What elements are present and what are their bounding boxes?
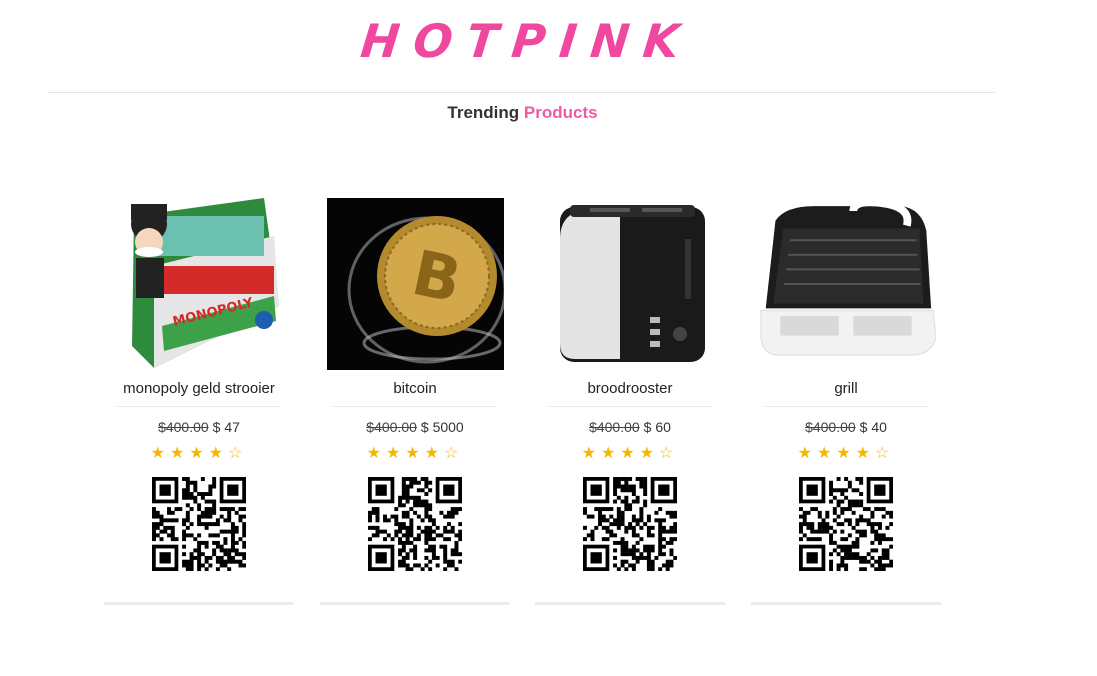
bitcoin-coin-image[interactable]: B (325, 196, 505, 371)
qr-code-icon (152, 477, 246, 571)
star-filled-icon: ★ (797, 445, 817, 462)
star-rating: ★★★★☆ (104, 443, 294, 463)
product-name[interactable]: monopoly geld strooier (104, 380, 294, 402)
star-filled-icon: ★ (836, 445, 856, 462)
product-price: $400.00 $ 60 (535, 419, 725, 435)
product-card[interactable]: MONOPOLY monopoly geld strooier $400.00 $… (104, 196, 294, 605)
product-separator (764, 406, 928, 407)
current-price: $ 47 (212, 419, 240, 435)
product-card[interactable]: grill $400.00 $ 40 ★★★★☆ (751, 196, 941, 605)
star-filled-icon: ★ (208, 445, 229, 462)
header-divider (48, 92, 995, 93)
logo-text: HOTPINK (357, 14, 696, 68)
star-filled-icon: ★ (600, 445, 621, 462)
product-name[interactable]: grill (751, 380, 941, 402)
product-grid: MONOPOLY monopoly geld strooier $400.00 $… (104, 196, 944, 606)
star-filled-icon: ★ (581, 445, 601, 462)
star-filled-icon: ★ (816, 445, 837, 462)
current-price: $ 60 (643, 419, 671, 435)
star-rating: ★★★★☆ (535, 443, 725, 463)
product-price: $400.00 $ 5000 (320, 419, 510, 435)
star-filled-icon: ★ (405, 445, 425, 462)
star-rating: ★★★★☆ (751, 443, 941, 463)
star-filled-icon: ★ (424, 445, 445, 462)
product-separator (548, 406, 712, 407)
section-title-accent: Products (523, 103, 598, 122)
star-filled-icon: ★ (639, 445, 660, 462)
old-price: $400.00 (158, 419, 209, 435)
sandwich-grill-image[interactable] (756, 196, 936, 371)
old-price: $400.00 (366, 419, 417, 435)
product-price: $400.00 $ 40 (751, 419, 941, 435)
monopoly-game-box-image[interactable]: MONOPOLY (109, 196, 289, 371)
qr-code-icon (583, 477, 677, 571)
product-price: $400.00 $ 47 (104, 419, 294, 435)
star-filled-icon: ★ (385, 445, 406, 462)
star-filled-icon: ★ (189, 445, 209, 462)
old-price: $400.00 (805, 419, 856, 435)
star-empty-icon: ☆ (228, 445, 248, 462)
product-name[interactable]: broodrooster (535, 380, 725, 402)
star-empty-icon: ☆ (875, 445, 895, 462)
qr-code-icon (799, 477, 893, 571)
old-price: $400.00 (589, 419, 640, 435)
star-rating: ★★★★☆ (320, 443, 510, 463)
star-filled-icon: ★ (169, 445, 190, 462)
star-empty-icon: ☆ (444, 445, 464, 462)
current-price: $ 5000 (420, 419, 464, 435)
star-filled-icon: ★ (366, 445, 386, 462)
star-filled-icon: ★ (150, 445, 170, 462)
section-title-prefix: Trending (447, 103, 520, 122)
star-filled-icon: ★ (620, 445, 640, 462)
product-separator (333, 406, 497, 407)
product-card[interactable]: B bitcoin $400.00 $ 5000 ★★★★☆ (320, 196, 510, 605)
star-empty-icon: ☆ (659, 445, 679, 462)
qr-code-icon (368, 477, 462, 571)
current-price: $ 40 (859, 419, 887, 435)
star-filled-icon: ★ (855, 445, 876, 462)
site-logo[interactable]: HOTPINK (0, 14, 1053, 68)
product-name[interactable]: bitcoin (320, 380, 510, 402)
toaster-image[interactable] (540, 196, 720, 371)
product-separator (117, 406, 281, 407)
section-title: Trending Products (0, 103, 1045, 123)
product-card[interactable]: broodrooster $400.00 $ 60 ★★★★☆ (535, 196, 725, 605)
